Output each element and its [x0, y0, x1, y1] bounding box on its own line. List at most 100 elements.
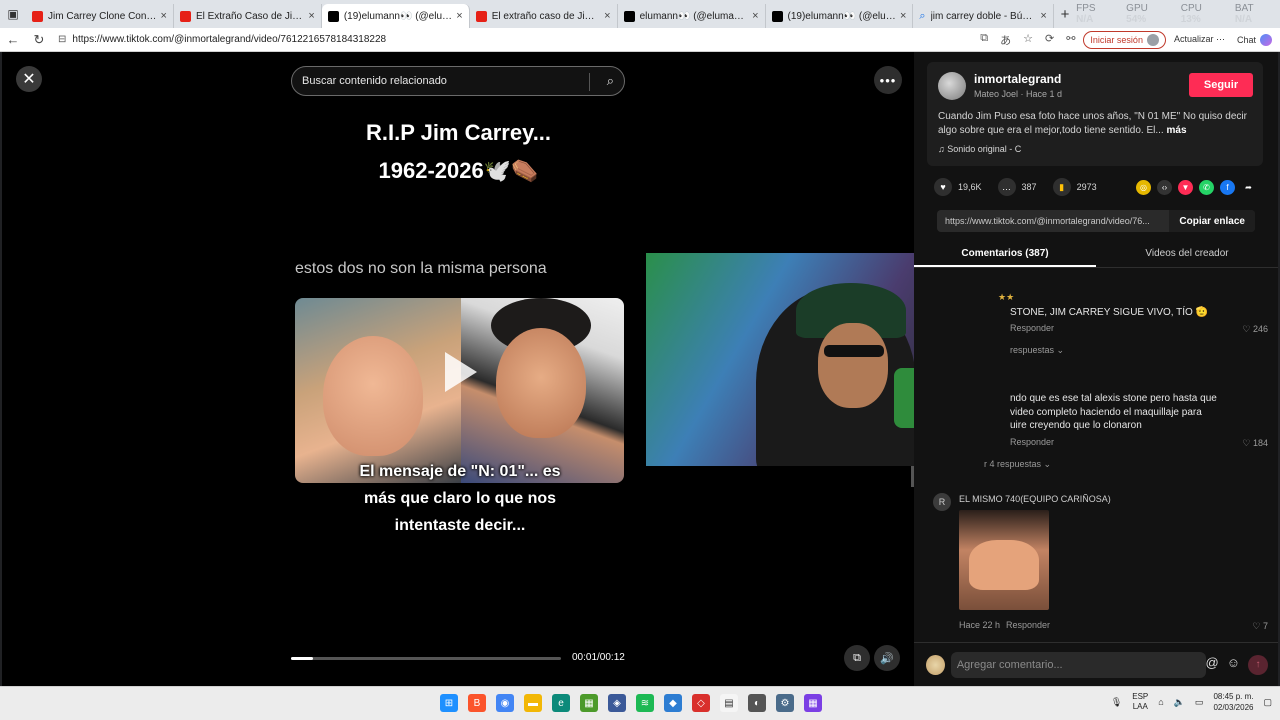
author-meta: Mateo Joel · Hace 1 d	[974, 89, 1063, 99]
bookmark-icon[interactable]: ▮	[1052, 178, 1071, 196]
edge-icon[interactable]: e	[552, 694, 570, 712]
update-button[interactable]: Actualizar ⋯	[1174, 34, 1225, 45]
chat-button[interactable]: Chat	[1237, 33, 1272, 46]
comparison-photo	[295, 298, 624, 483]
tab-4[interactable]: elumann👀 (@elumannexclusive) ×	[618, 4, 766, 28]
collections-icon[interactable]: ⚯	[1066, 32, 1075, 48]
comment-2-likes[interactable]: ♡ 184	[1242, 438, 1268, 449]
favorite-star-icon[interactable]: ☆	[1023, 32, 1033, 48]
address-bar-row: ← ↻ ⊟ https://www.tiktok.com/@inmortalegr…	[0, 28, 1280, 52]
play-icon[interactable]	[445, 352, 477, 392]
video-player[interactable]: Buscar contenido relacionado ⌕ R.I.P Jim…	[280, 52, 914, 686]
tab-comments[interactable]: Comentarios (387)	[914, 242, 1096, 267]
tab-creator-videos[interactable]: Videos del creador	[1096, 242, 1278, 267]
back-icon[interactable]: ←	[0, 32, 26, 47]
mention-icon[interactable]: @	[1206, 655, 1219, 675]
comment-1-likes[interactable]: ♡ 246	[1242, 324, 1268, 335]
heart-icon[interactable]: ♥	[934, 178, 952, 196]
reload-icon[interactable]: ↻	[26, 32, 52, 48]
whatsapp-icon[interactable]: ✆	[1199, 180, 1214, 195]
sound-link[interactable]: ♫ Sonido original - C	[938, 144, 1021, 154]
tab-5[interactable]: (19)elumann👀 (@elumannexclu ×	[766, 4, 914, 28]
app-icon[interactable]: ◇	[692, 694, 710, 712]
tab-2[interactable]: (19)elumann👀 (@elumannexclusiv ×	[321, 4, 470, 28]
tab-6[interactable]: ⌕ jim carrey doble - Búsqueda Imág×	[913, 4, 1054, 28]
comment-1-view-replies[interactable]: respuestas ⌄	[1010, 345, 1064, 356]
new-tab-button[interactable]: +	[1054, 6, 1076, 23]
minecraft-icon[interactable]: ▦	[580, 694, 598, 712]
file-explorer-icon[interactable]: ▬	[524, 694, 542, 712]
coin-icon[interactable]: ◎	[1136, 180, 1151, 195]
emoji-icon[interactable]: ☺	[1227, 655, 1240, 675]
tab-1[interactable]: El Extraño Caso de Jim Carrey - Yo ×	[174, 4, 322, 28]
gpu-label: GPU	[1126, 3, 1148, 14]
comment-3-reply[interactable]: Responder	[1006, 620, 1050, 630]
tiktok-icon	[623, 10, 635, 22]
close-icon[interactable]: ✕	[16, 66, 42, 92]
close-tab-icon[interactable]: ×	[900, 10, 906, 22]
tab-0[interactable]: Jim Carrey Clone Conspiracy Theo ×	[26, 4, 174, 28]
app-icon[interactable]: ◈	[608, 694, 626, 712]
close-tab-icon[interactable]: ×	[604, 10, 610, 22]
search-icon[interactable]: ⌕	[607, 73, 614, 89]
comment-2-view-replies[interactable]: r 4 respuestas ⌄	[984, 459, 1051, 470]
copy-link-button[interactable]: Copiar enlace	[1169, 210, 1255, 232]
spotify-icon[interactable]: ≋	[636, 694, 654, 712]
close-tab-icon[interactable]: ×	[752, 10, 758, 22]
comment-3-likes[interactable]: ♡ 7	[1252, 621, 1268, 632]
caption-line-1: El mensaje de "N: 01"... es	[359, 463, 561, 480]
share-link-text[interactable]: https://www.tiktok.com/@inmortalegrand/v…	[945, 216, 1169, 226]
windows-start-icon[interactable]: ⊞	[440, 694, 458, 712]
translate-icon[interactable]: あ	[1000, 32, 1011, 48]
comment-input[interactable]: Agregar comentario...	[950, 651, 1206, 678]
more-options-icon[interactable]: •••	[874, 66, 902, 94]
close-tab-icon[interactable]: ×	[161, 10, 167, 22]
chrome-icon[interactable]: ◉	[496, 694, 514, 712]
comment-2-reply[interactable]: Responder	[1010, 437, 1054, 447]
follow-button[interactable]: Seguir	[1189, 73, 1253, 97]
window-menu-icon[interactable]: ▣	[0, 0, 26, 28]
app-icon[interactable]: ▦	[804, 694, 822, 712]
volume-icon[interactable]: 🔈	[1174, 697, 1185, 708]
microphone-icon[interactable]: 🎙	[1111, 697, 1122, 708]
open-in-app-icon[interactable]: ⧉	[980, 32, 988, 48]
pip-icon[interactable]: ⧉	[844, 645, 870, 671]
send-icon[interactable]: ↑	[1248, 654, 1268, 675]
settings-icon[interactable]: ⚙	[776, 694, 794, 712]
comment-1-reply[interactable]: Responder	[1010, 323, 1054, 333]
battery-icon[interactable]: ▭	[1195, 697, 1204, 708]
tab-3[interactable]: El extraño caso de Jim Carrey - Yo ×	[470, 4, 618, 28]
extensions-icon[interactable]: ⟳	[1045, 32, 1054, 48]
video-progress-bar[interactable]	[291, 657, 561, 660]
obs-icon[interactable]: ◐	[748, 694, 766, 712]
clock[interactable]: 08:45 p. m. 02/03/2026	[1213, 691, 1253, 713]
login-button[interactable]: Iniciar sesión	[1083, 30, 1166, 49]
related-search-input[interactable]: Buscar contenido relacionado ⌕	[291, 66, 625, 96]
facebook-icon[interactable]: f	[1220, 180, 1235, 195]
caption-line-2: más que claro lo que nos	[363, 490, 557, 507]
close-tab-icon[interactable]: ×	[456, 10, 462, 22]
url-field[interactable]: ⊟ https://www.tiktok.com/@inmortalegrand/…	[52, 30, 980, 50]
author-avatar[interactable]	[938, 72, 966, 100]
embed-icon[interactable]: ‹›	[1157, 180, 1172, 195]
share-link-row: https://www.tiktok.com/@inmortalegrand/v…	[937, 210, 1255, 232]
site-info-icon[interactable]: ⊟	[58, 34, 66, 45]
close-tab-icon[interactable]: ×	[1040, 10, 1046, 22]
more-link[interactable]: más	[1166, 125, 1186, 136]
notifications-icon[interactable]: ▢	[1263, 697, 1272, 708]
close-tab-icon[interactable]: ×	[308, 10, 314, 22]
share-arrow-icon[interactable]: ➦	[1241, 180, 1256, 195]
app-icon[interactable]: ◆	[664, 694, 682, 712]
comment-3-avatar[interactable]: R	[933, 493, 951, 511]
comment-icon[interactable]: …	[997, 178, 1016, 196]
comment-3-author[interactable]: EL MISMO 740(EQUIPO CARIÑOSA)	[959, 494, 1111, 504]
volume-icon[interactable]: 🔊	[874, 645, 900, 671]
brave-icon[interactable]: B	[468, 694, 486, 712]
author-name[interactable]: inmortalegrand	[974, 72, 1061, 86]
network-icon[interactable]: ⌂	[1158, 697, 1163, 707]
language-indicator[interactable]: ESP LAA	[1132, 692, 1148, 712]
notepad-icon[interactable]: ▤	[720, 694, 738, 712]
send-icon[interactable]: ▼	[1178, 180, 1193, 195]
search-placeholder: Buscar contenido relacionado	[302, 75, 447, 87]
windows-taskbar: ⊞ B ◉ ▬ e ▦ ◈ ≋ ◆ ◇ ▤ ◐ ⚙ ▦ 🎙 ESP LAA ⌂ 🔈…	[0, 686, 1280, 720]
